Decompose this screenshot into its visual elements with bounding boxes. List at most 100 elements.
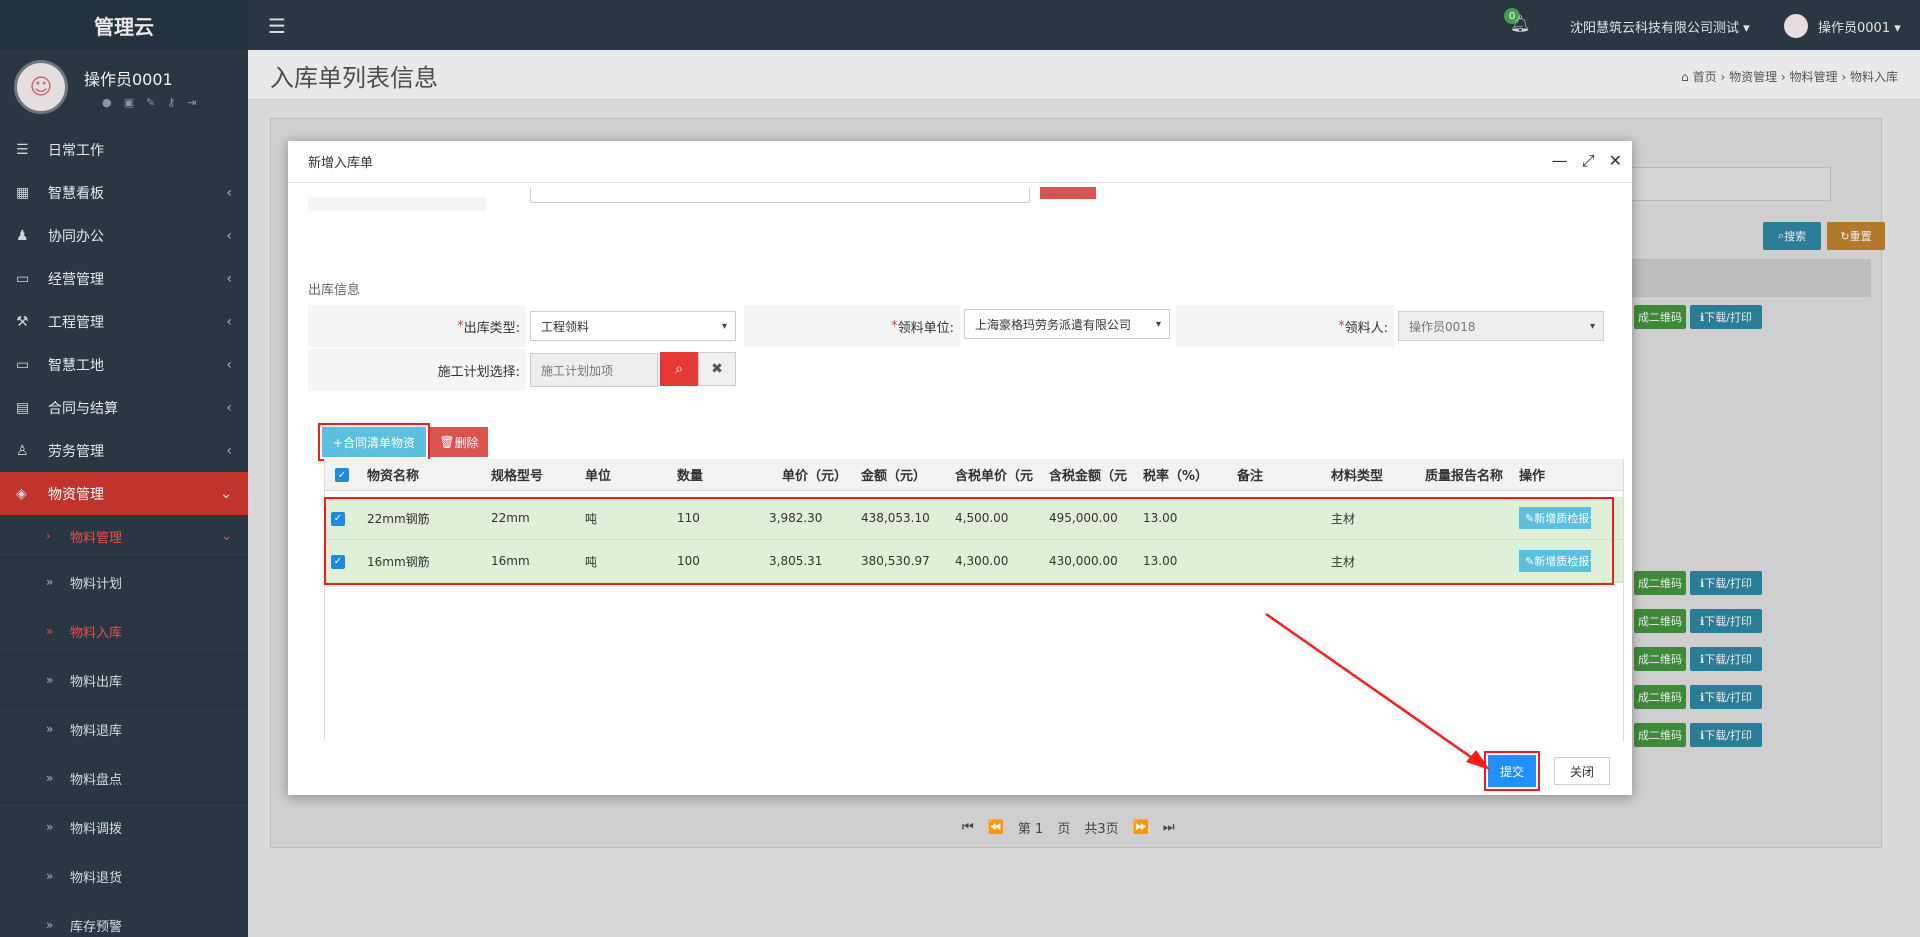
- avatar[interactable]: ☺: [14, 60, 68, 114]
- reset-button[interactable]: ↻ 重置: [1827, 222, 1885, 250]
- trash-icon: 🗑︎: [439, 435, 455, 449]
- qr-button[interactable]: 成二维码: [1634, 571, 1686, 595]
- sidebar-sub-refund[interactable]: » 物料退货: [0, 852, 248, 901]
- form-field-partial[interactable]: [530, 187, 1030, 203]
- key-icon[interactable]: ⚷: [167, 96, 175, 109]
- breadcrumb-home[interactable]: 首页: [1693, 70, 1717, 84]
- col-note[interactable]: 备注: [1231, 465, 1325, 484]
- sidebar-sub-outbound[interactable]: » 物料出库: [0, 656, 248, 705]
- dashboard-icon: ▦: [16, 184, 30, 201]
- chevron-down-icon: ⌄: [221, 528, 232, 544]
- sidebar-item-engineering[interactable]: ⚒ 工程管理 ‹: [0, 300, 248, 343]
- form-button-partial[interactable]: [1040, 187, 1096, 199]
- user-menu[interactable]: 操作员0001 ▾: [1818, 17, 1901, 36]
- col-type[interactable]: 材料类型: [1325, 465, 1419, 484]
- breadcrumb-material-mgmt[interactable]: 物料管理: [1790, 70, 1838, 84]
- user-icon[interactable]: ●: [102, 96, 112, 109]
- col-spec[interactable]: 规格型号: [485, 465, 579, 484]
- chevron-left-icon: ‹: [226, 313, 232, 330]
- search-plan-button[interactable]: ⌕: [660, 352, 698, 386]
- qr-button[interactable]: 成二维码: [1634, 609, 1686, 633]
- col-report[interactable]: 质量报告名称: [1419, 465, 1513, 484]
- minimize-icon[interactable]: —: [1552, 151, 1568, 171]
- user-avatar[interactable]: [1784, 14, 1808, 38]
- search-input[interactable]: 号: [1607, 167, 1831, 201]
- receiver-select[interactable]: 操作员0018 ▾: [1398, 311, 1604, 341]
- plan-label: 施工计划选择:: [308, 349, 526, 391]
- add-contract-material-button[interactable]: +合同清单物资: [322, 427, 426, 457]
- menu-toggle-icon[interactable]: ☰: [268, 14, 286, 38]
- sidebar-sub-warning[interactable]: » 库存预警: [0, 901, 248, 937]
- sidebar-item-dashboard[interactable]: ▦ 智慧看板 ‹: [0, 171, 248, 214]
- list-icon: ☰: [16, 141, 29, 158]
- chevron-left-icon: ‹: [226, 227, 232, 244]
- col-tax-price[interactable]: 含税单价（元: [949, 465, 1043, 484]
- submit-button[interactable]: 提交: [1488, 755, 1536, 787]
- download-button[interactable]: ℹ 下载/打印: [1690, 723, 1762, 747]
- prev-page-icon[interactable]: ⏪: [988, 820, 1004, 835]
- page-title: 入库单列表信息: [270, 64, 438, 92]
- sidebar-sub-material-mgmt[interactable]: › 物料管理 ⌄: [0, 515, 248, 558]
- edit-icon[interactable]: ✎: [146, 96, 155, 109]
- sidebar-item-business[interactable]: ▭ 经营管理 ‹: [0, 257, 248, 300]
- double-chevron-icon: »: [46, 673, 54, 687]
- chevron-left-icon: ‹: [226, 356, 232, 373]
- last-page-icon[interactable]: ⏭: [1163, 820, 1175, 835]
- sidebar-item-materials[interactable]: ◈ 物资管理 ⌄: [0, 472, 248, 515]
- qr-button[interactable]: 成二维码: [1634, 723, 1686, 747]
- company-selector[interactable]: 沈阳慧筑云科技有限公司测试 ▾: [1570, 17, 1750, 36]
- next-page-icon[interactable]: ⏩: [1133, 820, 1149, 835]
- receiver-label: * 领料人:: [1176, 305, 1394, 347]
- bell-icon[interactable]: 🔔︎: [1510, 14, 1530, 33]
- col-qty[interactable]: 数量: [671, 465, 763, 484]
- sidebar-item-contract[interactable]: ▤ 合同与结算 ‹: [0, 386, 248, 429]
- monitor-icon: ▭: [16, 356, 30, 373]
- out-type-select[interactable]: 工程领料 ▾: [530, 311, 736, 341]
- chevron-left-icon: ‹: [226, 399, 232, 416]
- qr-button[interactable]: 成二维码: [1634, 305, 1686, 329]
- delete-button[interactable]: 🗑︎ 删除: [430, 427, 488, 457]
- col-price[interactable]: 单价（元）: [763, 465, 855, 484]
- close-icon[interactable]: ✕: [1609, 151, 1622, 171]
- home-icon: ⌂: [1681, 70, 1689, 84]
- sidebar-item-labor[interactable]: ♙ 劳务管理 ‹: [0, 429, 248, 472]
- download-button[interactable]: ℹ 下载/打印: [1690, 685, 1762, 709]
- maximize-icon[interactable]: ⤢: [1582, 151, 1595, 171]
- close-icon: ✖: [711, 361, 723, 377]
- col-unit[interactable]: 单位: [579, 465, 671, 484]
- sidebar-sub-transfer[interactable]: » 物料调拨: [0, 803, 248, 852]
- close-button[interactable]: 关闭: [1554, 757, 1610, 785]
- col-action[interactable]: 操作: [1513, 465, 1591, 484]
- breadcrumb-materials[interactable]: 物资管理: [1729, 70, 1777, 84]
- col-name[interactable]: 物资名称: [361, 465, 485, 484]
- sidebar-item-daily[interactable]: ☰ 日常工作: [0, 128, 248, 171]
- first-page-icon[interactable]: ⏮: [962, 820, 974, 835]
- highlight-box: [324, 497, 1614, 585]
- card-icon[interactable]: ▣: [124, 96, 134, 109]
- sidebar-sub-inventory[interactable]: » 物料盘点: [0, 754, 248, 803]
- sidebar-item-site[interactable]: ▭ 智慧工地 ‹: [0, 343, 248, 386]
- hammer-icon: ⚒: [16, 313, 29, 330]
- sidebar-sub-plan[interactable]: » 物料计划: [0, 558, 248, 607]
- col-amount[interactable]: 金额（元）: [855, 465, 949, 484]
- download-button[interactable]: ℹ 下载/打印: [1690, 305, 1762, 329]
- select-all-checkbox[interactable]: ✓: [335, 468, 349, 483]
- qr-button[interactable]: 成二维码: [1634, 647, 1686, 671]
- sidebar-item-office[interactable]: ♟ 协同办公 ‹: [0, 214, 248, 257]
- logout-icon[interactable]: ⇥: [187, 96, 196, 109]
- dialog-header: 新增入库单 — ⤢ ✕: [288, 141, 1632, 183]
- download-button[interactable]: ℹ 下载/打印: [1690, 647, 1762, 671]
- plan-input[interactable]: 施工计划加项: [530, 353, 658, 387]
- double-chevron-icon: »: [46, 575, 54, 589]
- sidebar-sub-return[interactable]: » 物料退库: [0, 705, 248, 754]
- clear-plan-button[interactable]: ✖: [698, 352, 736, 386]
- qr-button[interactable]: 成二维码: [1634, 685, 1686, 709]
- col-rate[interactable]: 税率（%）: [1137, 465, 1231, 484]
- unit-select[interactable]: 上海豪格玛劳务派遣有限公司 ▾: [964, 309, 1170, 339]
- download-button[interactable]: ℹ 下载/打印: [1690, 571, 1762, 595]
- monitor-icon: ▭: [16, 270, 30, 287]
- sidebar-sub-inbound[interactable]: » 物料入库: [0, 607, 248, 656]
- search-button[interactable]: ⌕ 搜索: [1763, 222, 1821, 250]
- col-tax-amount[interactable]: 含税金额（元: [1043, 465, 1137, 484]
- download-button[interactable]: ℹ 下载/打印: [1690, 609, 1762, 633]
